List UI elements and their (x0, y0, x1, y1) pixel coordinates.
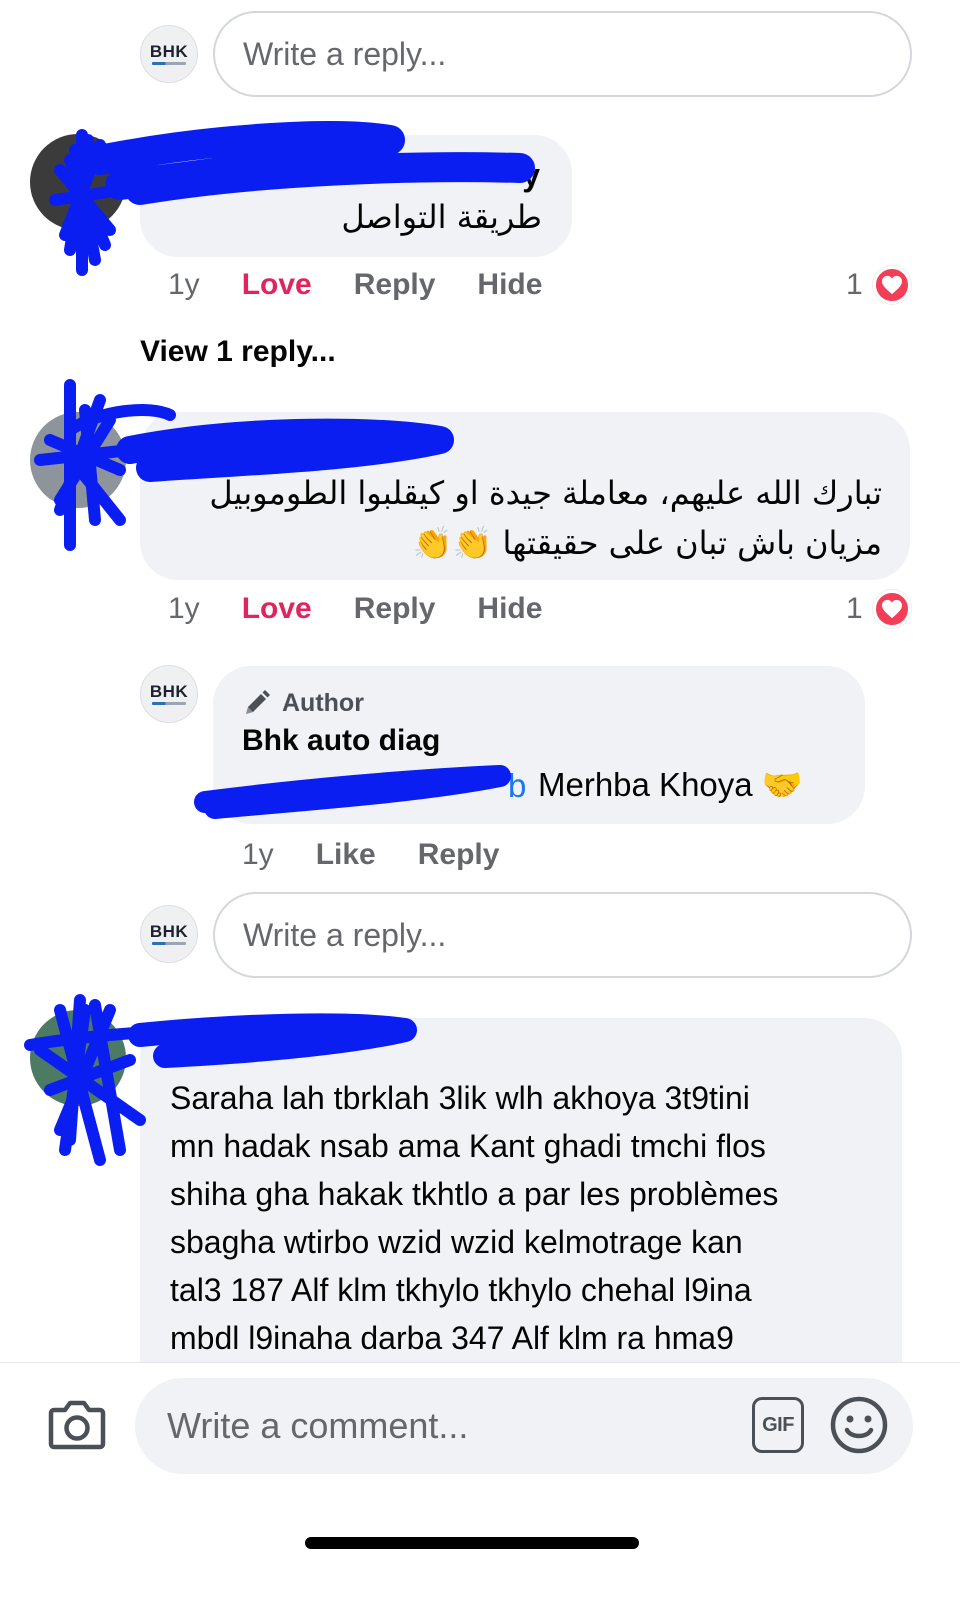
comment-text-line: mbdl l9inaha darba 347 Alf klm ra hma9 (170, 1320, 734, 1356)
page-logo-underline (152, 61, 186, 65)
heart-icon (872, 266, 911, 304)
author-reply-text: Merhba Khoya 🤝 (538, 766, 803, 803)
comment-text-line: shiha gha hakak tkhtlo a par les problèm… (170, 1176, 779, 1212)
author-name[interactable]: Bhk auto diag (242, 724, 440, 758)
page-avatar[interactable]: BHK (140, 25, 198, 83)
love-button[interactable]: Love (242, 268, 312, 302)
reaction-number: 1 (846, 268, 863, 301)
commenter-avatar[interactable] (30, 134, 126, 230)
reaction-count[interactable]: 1 (846, 266, 911, 304)
comment-text-line-1: تبارك الله عليهم، معاملة جيدة او كيقلبوا… (209, 474, 882, 512)
author-badge: Author (242, 688, 364, 718)
hide-button[interactable]: Hide (477, 592, 542, 626)
pencil-icon (246, 690, 270, 714)
emoji-icon[interactable] (829, 1395, 889, 1460)
author-badge-label: Author (282, 688, 364, 717)
comment-time[interactable]: 1y (168, 592, 200, 626)
page-logo-text: BHK (149, 681, 189, 701)
page-logo-text: BHK (149, 921, 189, 941)
home-indicator (305, 1537, 639, 1549)
page-logo-underline (152, 941, 186, 945)
page-avatar[interactable]: BHK (140, 905, 198, 963)
hide-button[interactable]: Hide (477, 268, 542, 302)
comment-actions: 1y Love Reply Hide (168, 592, 542, 626)
comment-text: Saraha lah tbrklah 3lik wlh akhoya 3t9ti… (170, 1074, 778, 1362)
like-button[interactable]: Like (316, 838, 376, 872)
reply-input-placeholder: Write a reply... (243, 916, 447, 953)
reply-button[interactable]: Reply (418, 838, 500, 872)
comment-actions: 1y Love Reply Hide (168, 268, 542, 302)
comment-time[interactable]: 1y (168, 268, 200, 302)
reaction-count[interactable]: 1 (846, 590, 911, 628)
gif-label: GIF (762, 1413, 794, 1436)
page-logo-underline (152, 701, 186, 705)
reply-input-placeholder: Write a reply... (243, 35, 447, 72)
view-replies-link[interactable]: View 1 reply... (140, 335, 336, 369)
mention-tag[interactable]: b (508, 767, 526, 805)
comment-input-placeholder: Write a comment... (167, 1405, 469, 1446)
comment-text-line: sbagha wtirbo wzid wzid kelmotrage kan (170, 1224, 743, 1260)
reply-actions: 1y Like Reply (242, 838, 499, 872)
heart-icon (872, 590, 911, 628)
comment-text-line: mn hadak nsab ama Kant ghadi tmchi flos (170, 1128, 766, 1164)
comment-text-line: tal3 187 Alf klm tkhylo tkhylo chehal l9… (170, 1272, 752, 1308)
reply-input[interactable]: Write a reply... (213, 11, 912, 97)
love-button[interactable]: Love (242, 592, 312, 626)
page-logo-text: BHK (149, 41, 189, 61)
comment-text-line-2: مزيان باش تبان على حقيقتها 👏👏 (412, 524, 882, 562)
gif-icon[interactable]: GIF (752, 1397, 804, 1453)
camera-icon[interactable] (48, 1398, 106, 1455)
page-avatar[interactable]: BHK (140, 665, 198, 723)
comment-text-line: Saraha lah tbrklah 3lik wlh akhoya 3t9ti… (170, 1080, 750, 1116)
reply-button[interactable]: Reply (354, 592, 436, 626)
reply-button[interactable]: Reply (354, 268, 436, 302)
reply-input[interactable]: Write a reply... (213, 892, 912, 978)
reply-time[interactable]: 1y (242, 838, 274, 872)
comment-text: طريقة التواصل (341, 198, 542, 236)
commenter-avatar[interactable] (30, 1010, 126, 1106)
reaction-number: 1 (846, 592, 863, 625)
commenter-avatar[interactable] (30, 412, 126, 508)
